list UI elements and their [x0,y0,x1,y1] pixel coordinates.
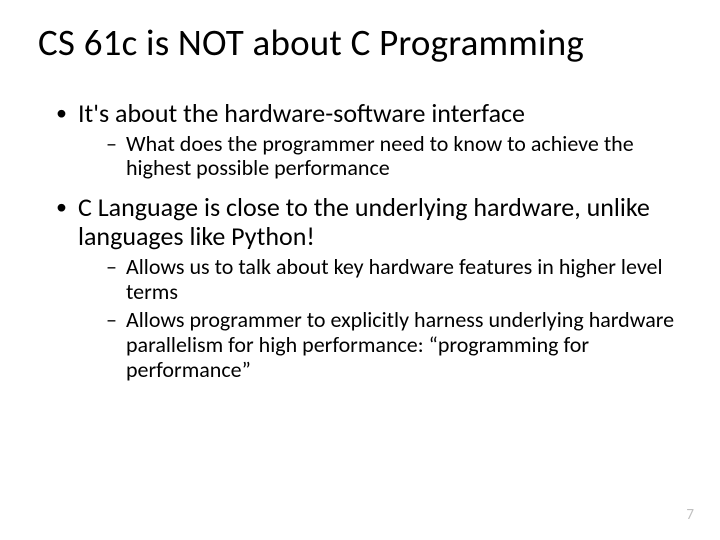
slide-title: CS 61c is NOT about C Programming [38,22,682,65]
sub-list: Allows us to talk about key hardware fea… [78,255,682,382]
sub-bullet-text: What does the programmer need to know to… [126,130,634,182]
sub-bullet-text: Allows us to talk about key hardware fea… [126,253,663,305]
slide: CS 61c is NOT about C Programming It's a… [0,0,720,540]
list-item: What does the programmer need to know to… [106,132,682,181]
bullet-list: It's about the hardware-software interfa… [38,99,682,383]
bullet-text: C Language is close to the underlying ha… [78,191,650,252]
bullet-text: It's about the hardware-software interfa… [78,97,525,129]
sub-list: What does the programmer need to know to… [78,132,682,181]
list-item: It's about the hardware-software interfa… [56,99,682,181]
list-item: Allows programmer to explicitly harness … [106,308,682,382]
list-item: C Language is close to the underlying ha… [56,193,682,382]
list-item: Allows us to talk about key hardware fea… [106,255,682,304]
page-number: 7 [686,506,694,524]
sub-bullet-text: Allows programmer to explicitly harness … [126,306,674,382]
